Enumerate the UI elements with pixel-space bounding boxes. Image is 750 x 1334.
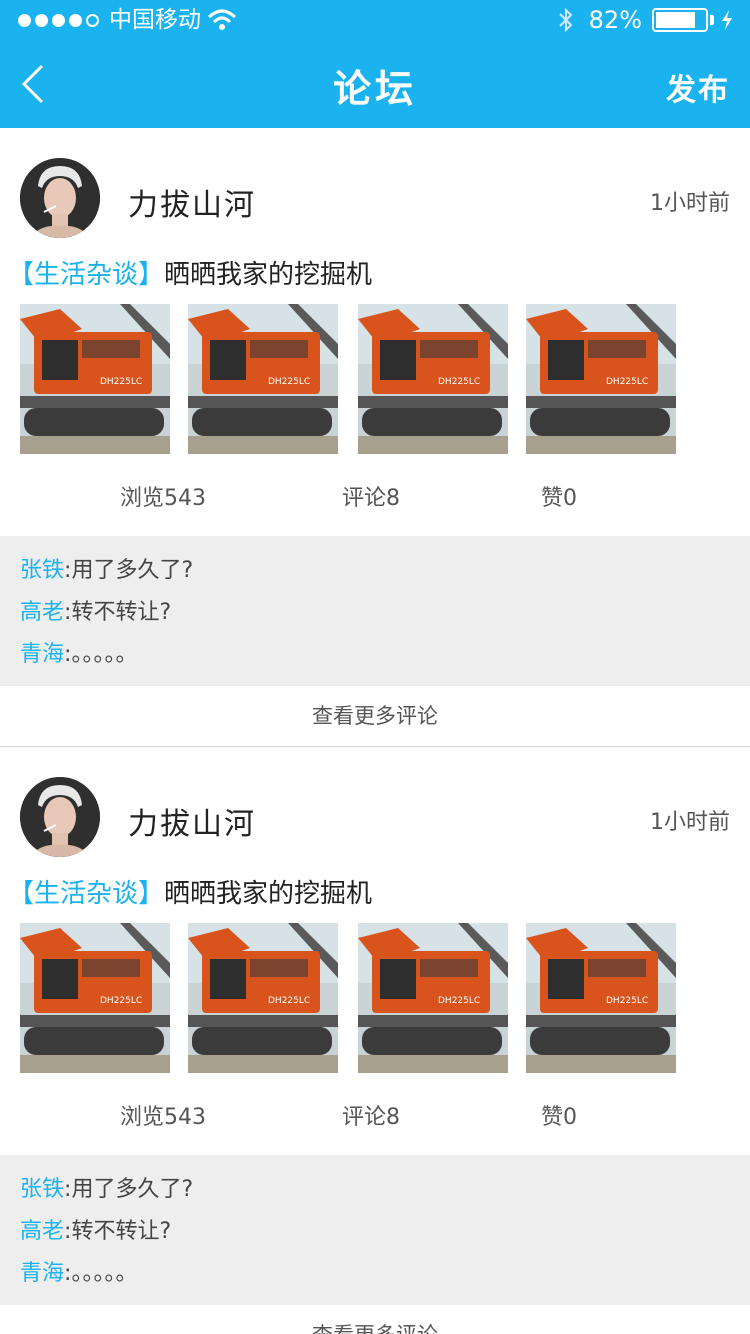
comment-text: 转不转让? xyxy=(71,600,172,625)
status-bar: 中国移动 82% xyxy=(0,0,750,40)
status-right: 82% xyxy=(557,6,734,34)
signal-dot-icon xyxy=(69,13,82,27)
battery-percent: 82% xyxy=(588,6,642,34)
comment-item: 高老:转不转让? xyxy=(20,594,171,626)
post-title[interactable]: 【生活杂谈】晒晒我家的挖掘机 xyxy=(8,254,372,291)
comment-text: 转不转让? xyxy=(71,1219,172,1244)
svg-text:DH225LC: DH225LC xyxy=(438,996,480,1006)
post-title-text: 晒晒我家的挖掘机 xyxy=(164,260,373,290)
username[interactable]: 力拔山河 xyxy=(128,180,256,224)
post-card[interactable]: 力拔山河 1小时前 【生活杂谈】晒晒我家的挖掘机 DH225LC DH225LC D… xyxy=(0,128,750,747)
excavator-photo[interactable]: DH225LC xyxy=(188,923,338,1073)
excavator-photo[interactable]: DH225LC xyxy=(526,304,676,454)
avatar-portrait-icon xyxy=(20,777,100,857)
post-stats: 浏览543 评论8 赞0 xyxy=(0,480,750,512)
views-count: 浏览543 xyxy=(120,1105,206,1130)
post-title-text: 晒晒我家的挖掘机 xyxy=(164,879,373,909)
username[interactable]: 力拔山河 xyxy=(128,799,256,843)
excavator-photo[interactable]: DH225LC xyxy=(526,923,676,1073)
comment-item: 青海:。。。。。 xyxy=(20,636,137,668)
svg-text:DH225LC: DH225LC xyxy=(268,996,310,1006)
view-more-comments-button[interactable]: 查看更多评论 xyxy=(0,1305,750,1334)
bluetooth-icon xyxy=(558,7,573,33)
publish-button[interactable]: 发布 xyxy=(666,65,730,109)
comment-item: 高老:转不转让? xyxy=(20,1213,171,1245)
comments-count[interactable]: 评论8 xyxy=(342,1099,400,1131)
svg-text:DH225LC: DH225LC xyxy=(606,996,648,1006)
wifi-icon xyxy=(207,9,237,30)
comments-count[interactable]: 评论8 xyxy=(342,480,400,512)
avatar[interactable] xyxy=(20,777,100,857)
comment-text: 。。。。。 xyxy=(71,642,138,667)
status-left: 中国移动 xyxy=(18,6,237,34)
carrier-name: 中国移动 xyxy=(109,7,201,33)
comment-item: 张铁:用了多久了? xyxy=(20,552,193,584)
comment-user[interactable]: 高老 xyxy=(20,1219,64,1244)
post-time: 1小时前 xyxy=(650,810,730,835)
excavator-photo[interactable]: DH225LC xyxy=(358,923,508,1073)
excavator-photo[interactable]: DH225LC xyxy=(20,304,170,454)
comment-user[interactable]: 青海 xyxy=(20,1261,64,1286)
post-time: 1小时前 xyxy=(650,191,730,216)
svg-text:DH225LC: DH225LC xyxy=(268,377,310,387)
post-images: DH225LC DH225LC DH225LC DH225LC xyxy=(20,304,720,454)
likes-count[interactable]: 赞0 xyxy=(541,480,577,512)
signal-dot-icon xyxy=(52,13,65,27)
comment-text: 。。。。。 xyxy=(71,1261,138,1286)
post-category[interactable]: 【生活杂谈】 xyxy=(8,260,164,290)
battery-icon xyxy=(652,8,708,32)
post-title[interactable]: 【生活杂谈】晒晒我家的挖掘机 xyxy=(8,873,372,910)
comment-user[interactable]: 青海 xyxy=(20,642,64,667)
likes-count[interactable]: 赞0 xyxy=(541,1099,577,1131)
comment-user[interactable]: 张铁 xyxy=(20,1177,64,1202)
excavator-photo[interactable]: DH225LC xyxy=(188,304,338,454)
post-feed: 力拔山河 1小时前 【生活杂谈】晒晒我家的挖掘机 DH225LC DH225LC D… xyxy=(0,128,750,1334)
comment-user[interactable]: 高老 xyxy=(20,600,64,625)
post-images: DH225LC DH225LC DH225LC DH225LC xyxy=(20,923,720,1073)
comment-text: 用了多久了? xyxy=(71,1177,194,1202)
nav-bar: 论坛 发布 xyxy=(0,40,750,128)
post-category[interactable]: 【生活杂谈】 xyxy=(8,879,164,909)
svg-text:DH225LC: DH225LC xyxy=(438,377,480,387)
battery-tip xyxy=(710,15,714,25)
comment-list: 张铁:用了多久了? 高老:转不转让? 青海:。。。。。 xyxy=(0,536,750,686)
svg-text:DH225LC: DH225LC xyxy=(100,377,142,387)
views-count: 浏览543 xyxy=(120,486,206,511)
comment-item: 青海:。。。。。 xyxy=(20,1255,137,1287)
comment-list: 张铁:用了多久了? 高老:转不转让? 青海:。。。。。 xyxy=(0,1155,750,1305)
view-more-comments-button[interactable]: 查看更多评论 xyxy=(0,686,750,746)
page-title: 论坛 xyxy=(332,67,417,111)
signal-dot-icon xyxy=(18,13,31,27)
excavator-photo[interactable]: DH225LC xyxy=(358,304,508,454)
comment-user[interactable]: 张铁 xyxy=(20,558,64,583)
svg-text:DH225LC: DH225LC xyxy=(606,377,648,387)
avatar-portrait-icon xyxy=(20,158,100,238)
comment-text: 用了多久了? xyxy=(71,558,194,583)
signal-dot-icon xyxy=(35,13,48,27)
charging-bolt-icon xyxy=(722,10,732,30)
avatar[interactable] xyxy=(20,158,100,238)
battery-fill xyxy=(656,12,696,28)
excavator-photo[interactable]: DH225LC xyxy=(20,923,170,1073)
comment-item: 张铁:用了多久了? xyxy=(20,1171,193,1203)
svg-text:DH225LC: DH225LC xyxy=(100,996,142,1006)
post-card[interactable]: 力拔山河 1小时前 【生活杂谈】晒晒我家的挖掘机 DH225LC DH225LC D… xyxy=(0,747,750,1334)
post-stats: 浏览543 评论8 赞0 xyxy=(0,1099,750,1131)
signal-dot-empty-icon xyxy=(86,13,99,27)
